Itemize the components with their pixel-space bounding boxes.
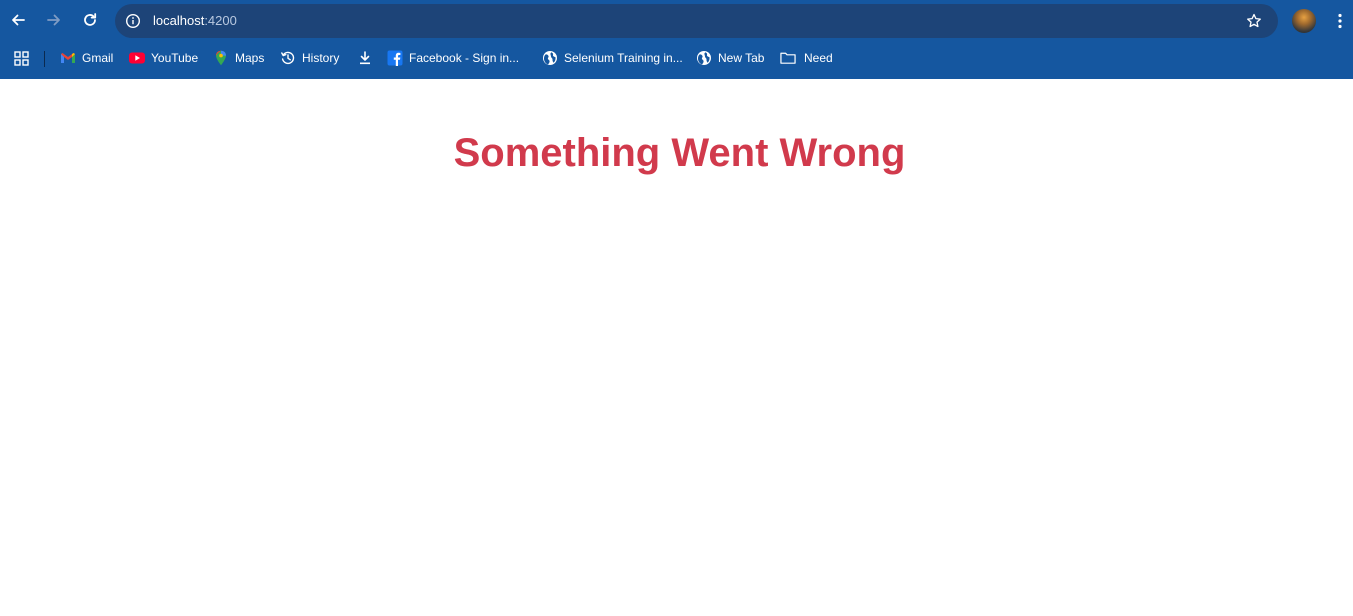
info-icon bbox=[125, 13, 141, 29]
reload-icon bbox=[84, 13, 97, 26]
browser-menu-button[interactable] bbox=[1330, 9, 1350, 33]
facebook-icon bbox=[387, 50, 403, 66]
forward-button[interactable] bbox=[40, 6, 68, 34]
history-icon bbox=[280, 50, 296, 66]
reload-button[interactable] bbox=[76, 6, 104, 34]
bookmark-label: Facebook - Sign in... bbox=[409, 51, 520, 65]
error-title: Something Went Wrong bbox=[453, 131, 906, 175]
site-info-button[interactable] bbox=[123, 11, 143, 31]
arrow-right-icon bbox=[47, 14, 60, 26]
bookmark-label: Need bbox=[804, 51, 833, 65]
star-icon bbox=[1247, 13, 1261, 28]
url-text[interactable]: localhost:4200 bbox=[153, 13, 237, 29]
browser-chrome: localhost:4200 Gmail YouTube Maps Histor… bbox=[0, 0, 1353, 79]
bookmark-maps[interactable]: Maps bbox=[213, 48, 264, 68]
bookmark-facebook[interactable]: Facebook - Sign in... bbox=[387, 48, 519, 68]
bookmark-label: Maps bbox=[235, 51, 265, 65]
bookmarks-divider bbox=[44, 51, 45, 67]
bookmark-downloads[interactable] bbox=[357, 48, 379, 68]
globe-icon bbox=[696, 50, 712, 66]
arrow-left-icon bbox=[12, 14, 25, 26]
bookmarks-bar: Gmail YouTube Maps History Facebook - Si… bbox=[0, 42, 1353, 75]
kebab-menu-icon bbox=[1338, 13, 1342, 29]
bookmark-selenium-training[interactable]: Selenium Training in... bbox=[542, 48, 683, 68]
youtube-icon bbox=[129, 50, 145, 66]
bookmark-label: Selenium Training in... bbox=[564, 51, 683, 65]
back-button[interactable] bbox=[4, 6, 32, 34]
bookmark-new-tab[interactable]: New Tab bbox=[696, 48, 764, 68]
bookmark-youtube[interactable]: YouTube bbox=[129, 48, 198, 68]
apps-button[interactable] bbox=[13, 50, 31, 68]
bookmark-history[interactable]: History bbox=[280, 48, 339, 68]
bookmark-label: Gmail bbox=[82, 51, 114, 65]
gmail-icon bbox=[60, 50, 76, 66]
url-host: localhost bbox=[153, 13, 205, 28]
browser-toolbar: localhost:4200 bbox=[0, 0, 1353, 42]
folder-icon bbox=[780, 50, 796, 66]
bookmark-gmail[interactable]: Gmail bbox=[60, 48, 113, 68]
address-bar[interactable]: localhost:4200 bbox=[115, 4, 1278, 38]
apps-grid-icon bbox=[14, 51, 29, 66]
maps-icon bbox=[213, 50, 229, 66]
bookmark-label: History bbox=[302, 51, 340, 65]
page-content: Something Went Wrong bbox=[0, 79, 1353, 616]
download-icon bbox=[357, 50, 373, 66]
bookmark-label: YouTube bbox=[151, 51, 199, 65]
bookmark-star-button[interactable] bbox=[1244, 11, 1264, 31]
bookmark-folder-need[interactable]: Need bbox=[780, 48, 833, 68]
profile-avatar[interactable] bbox=[1292, 9, 1316, 33]
url-port: :4200 bbox=[204, 13, 237, 28]
globe-icon bbox=[542, 50, 558, 66]
bookmark-label: New Tab bbox=[718, 51, 765, 65]
